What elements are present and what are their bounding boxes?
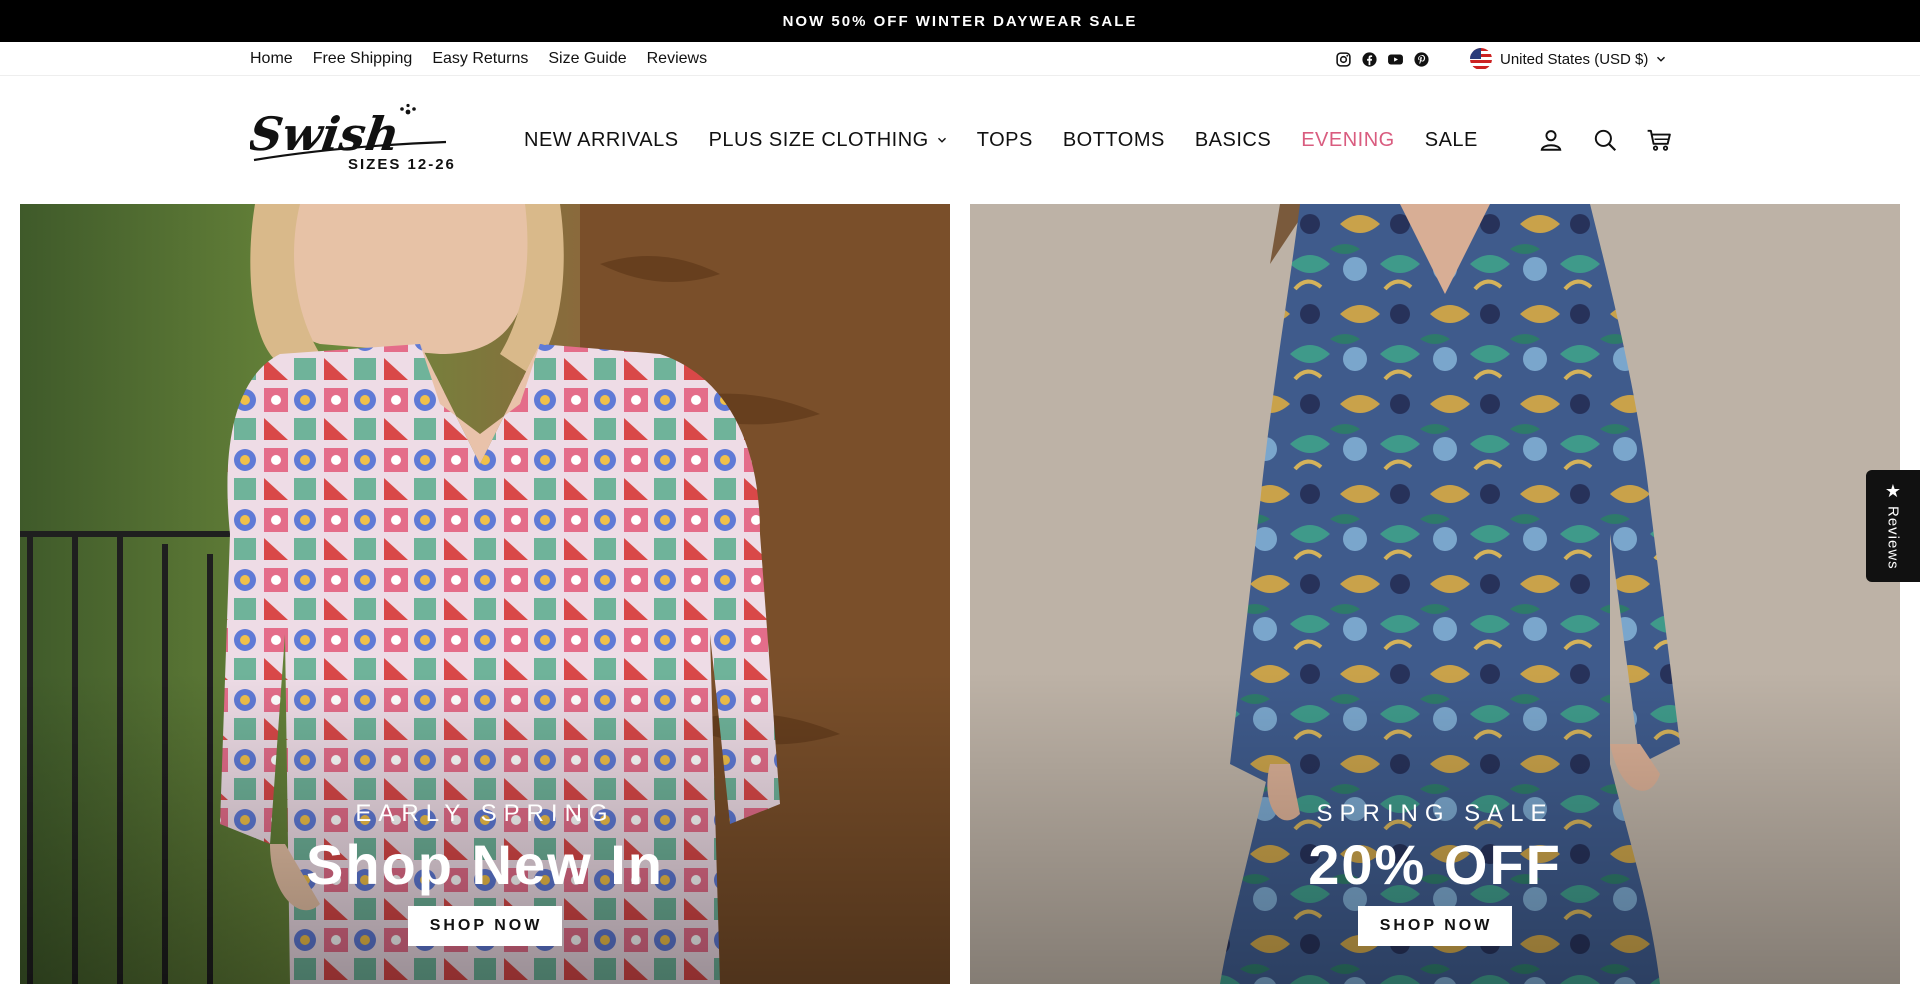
site-header: Swish SIZES 12-26 NEW ARRIVALS PLUS SIZE… xyxy=(0,76,1920,204)
hero-panel-spring-sale[interactable]: SPRING SALE 20% OFF SHOP NOW xyxy=(970,204,1900,984)
nav-label: SALE xyxy=(1424,128,1478,151)
nav-basics[interactable]: BASICS xyxy=(1195,129,1271,152)
facebook-icon[interactable] xyxy=(1361,51,1378,68)
country-label: United States (USD $) xyxy=(1500,50,1649,68)
hero-content: SPRING SALE 20% OFF SHOP NOW xyxy=(970,800,1900,946)
utility-link-free-shipping[interactable]: Free Shipping xyxy=(313,50,413,68)
hero-eyebrow: SPRING SALE xyxy=(1316,800,1554,828)
utility-link-easy-returns[interactable]: Easy Returns xyxy=(432,50,528,68)
hero-title: Shop New In xyxy=(306,833,664,897)
header-icons xyxy=(1538,76,1672,204)
country-selector[interactable]: United States (USD $) xyxy=(1470,42,1666,76)
chevron-down-icon xyxy=(937,137,946,143)
hero-content: EARLY SPRING Shop New In SHOP NOW xyxy=(20,800,950,946)
hero-eyebrow: EARLY SPRING xyxy=(355,800,615,828)
nav-bottoms[interactable]: BOTTOMS xyxy=(1063,129,1165,152)
announcement-bar: NOW 50% OFF WINTER DAYWEAR SALE xyxy=(0,0,1920,42)
hero-title: 20% OFF xyxy=(1308,833,1562,897)
announcement-text: NOW 50% OFF WINTER DAYWEAR SALE xyxy=(782,12,1138,30)
utility-links: Home Free Shipping Easy Returns Size Gui… xyxy=(250,42,707,76)
shop-now-button[interactable]: SHOP NOW xyxy=(407,906,563,946)
nav-sale[interactable]: SALE xyxy=(1425,129,1478,152)
chevron-down-icon xyxy=(1657,56,1666,62)
search-icon[interactable] xyxy=(1592,127,1618,153)
nav-label: EVENING xyxy=(1301,128,1395,151)
reviews-tab-label: Reviews xyxy=(1884,506,1902,570)
utility-link-reviews[interactable]: Reviews xyxy=(647,50,707,68)
social-links xyxy=(1335,42,1430,76)
cart-icon[interactable] xyxy=(1646,127,1672,153)
nav-evening[interactable]: EVENING xyxy=(1301,129,1395,152)
account-icon[interactable] xyxy=(1538,127,1564,153)
nav-label: TOPS xyxy=(976,128,1033,151)
shop-now-button[interactable]: SHOP NOW xyxy=(1357,906,1513,946)
main-nav: NEW ARRIVALS PLUS SIZE CLOTHING TOPS BOT… xyxy=(524,76,1478,204)
nav-new-arrivals[interactable]: NEW ARRIVALS xyxy=(524,129,679,152)
pinterest-icon[interactable] xyxy=(1413,51,1430,68)
nav-label: NEW ARRIVALS xyxy=(524,128,679,151)
youtube-icon[interactable] xyxy=(1387,51,1404,68)
nav-plus-size-clothing[interactable]: PLUS SIZE CLOTHING xyxy=(709,129,947,152)
logo-tagline: SIZES 12-26 xyxy=(348,156,456,173)
utility-link-size-guide[interactable]: Size Guide xyxy=(548,50,626,68)
nav-label: BOTTOMS xyxy=(1062,128,1165,151)
utility-link-home[interactable]: Home xyxy=(250,50,293,68)
utility-bar: Home Free Shipping Easy Returns Size Gui… xyxy=(0,42,1920,76)
nav-label: PLUS SIZE CLOTHING xyxy=(708,128,929,151)
us-flag-icon xyxy=(1470,48,1492,70)
reviews-side-tab[interactable]: ★ Reviews xyxy=(1866,470,1920,582)
nav-label: BASICS xyxy=(1194,128,1272,151)
star-icon: ★ xyxy=(1884,481,1902,501)
hero-panel-early-spring[interactable]: EARLY SPRING Shop New In SHOP NOW xyxy=(20,204,950,984)
svg-text:Swish: Swish xyxy=(250,107,403,161)
instagram-icon[interactable] xyxy=(1335,51,1352,68)
nav-tops[interactable]: TOPS xyxy=(977,129,1033,152)
